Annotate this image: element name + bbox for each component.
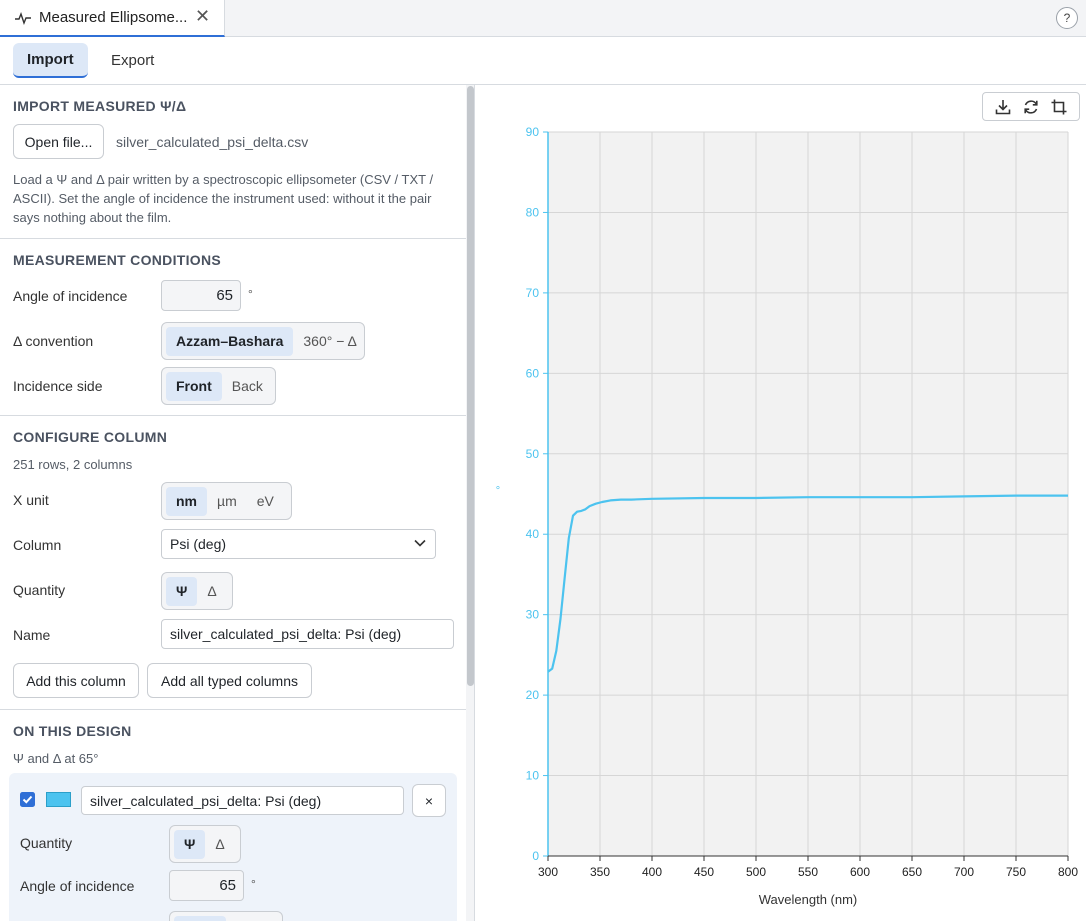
divider	[0, 709, 466, 710]
add-all-columns-button[interactable]: Add all typed columns	[147, 663, 312, 698]
quantity-toggle: Ψ Δ	[161, 572, 233, 610]
item-quantity-toggle: Ψ Δ	[169, 825, 241, 863]
y-tick-label: 60	[526, 366, 540, 380]
crop-icon[interactable]	[1049, 97, 1069, 117]
import-help-text: Load a Ψ and Δ pair written by a spectro…	[13, 172, 434, 225]
item-angle-input[interactable]: 65	[169, 870, 244, 901]
x-tick-label: 450	[694, 865, 714, 879]
series-name-input[interactable]: silver_calculated_psi_delta: Psi (deg)	[81, 786, 404, 815]
y-tick-label: 90	[526, 125, 540, 139]
item-angle-label: Angle of incidence	[20, 878, 135, 894]
enabled-checkbox[interactable]	[20, 792, 35, 807]
reset-icon[interactable]	[1021, 97, 1041, 117]
subtab-bar: Import Export	[0, 37, 1086, 85]
x-tick-label: 500	[746, 865, 766, 879]
column-summary: 251 rows, 2 columns	[13, 457, 133, 472]
quantity-label: Quantity	[13, 582, 66, 598]
waveform-icon	[15, 11, 31, 26]
y-tick-label: 50	[526, 447, 540, 461]
side-option-back[interactable]: Back	[222, 372, 273, 401]
angle-unit: °	[248, 287, 253, 301]
x-tick-label: 700	[954, 865, 974, 879]
x-tick-label: 400	[642, 865, 662, 879]
chevron-down-icon	[414, 539, 426, 547]
x-unit-toggle: nm µm eV	[161, 482, 292, 520]
y-tick-label: 80	[526, 205, 540, 219]
help-button[interactable]: ?	[1056, 7, 1078, 29]
x-unit-nm[interactable]: nm	[166, 486, 207, 516]
configure-heading: CONFIGURE COLUMN	[13, 429, 168, 445]
column-select-value: Psi (deg)	[170, 536, 227, 552]
delta-convention-toggle: Azzam–Bashara 360° − Δ	[161, 322, 365, 360]
psi-delta-chart: 0 10 20 30 40 50 60 70 80 90 300 350 400 450 500 550 60…	[496, 125, 1079, 907]
import-panel: IMPORT MEASURED Ψ/Δ Open file... silver_…	[0, 85, 466, 921]
delta-option-azzam[interactable]: Azzam–Bashara	[166, 326, 294, 356]
scrollbar-thumb[interactable]	[467, 86, 474, 686]
x-axis-label: Wavelength (nm)	[759, 892, 858, 907]
x-tick-label: 650	[902, 865, 922, 879]
y-axis: 0 10 20 30 40 50 60 70 80 90	[526, 125, 549, 863]
y-tick-label: 10	[526, 769, 540, 783]
angle-input[interactable]: 65	[161, 280, 241, 311]
design-item-card: silver_calculated_psi_delta: Psi (deg) ×…	[9, 773, 457, 921]
tab-import[interactable]: Import	[13, 43, 88, 78]
name-label: Name	[13, 627, 51, 643]
item-angle-unit: °	[251, 877, 256, 891]
y-tick-label: 70	[526, 286, 540, 300]
import-heading: IMPORT MEASURED Ψ/Δ	[13, 98, 187, 114]
chart-toolbar	[982, 92, 1080, 121]
series-color-swatch[interactable]	[46, 792, 71, 807]
open-file-button[interactable]: Open file...	[13, 124, 104, 159]
quantity-psi[interactable]: Ψ	[166, 576, 198, 606]
close-icon[interactable]: ✕	[195, 6, 210, 27]
item-quantity-label: Quantity	[20, 835, 73, 851]
x-tick-label: 550	[798, 865, 818, 879]
quantity-delta[interactable]: Δ	[197, 577, 226, 606]
x-tick-label: 350	[590, 865, 610, 879]
design-heading: ON THIS DESIGN	[13, 723, 132, 739]
incidence-side-toggle: Front Back	[161, 367, 276, 405]
y-tick-label: 20	[526, 688, 540, 702]
chart-grid	[547, 131, 1069, 857]
x-unit-um[interactable]: µm	[207, 487, 247, 516]
item-partial-option[interactable]	[174, 915, 226, 921]
delta-convention-label: Δ convention	[13, 333, 94, 349]
x-unit-ev[interactable]: eV	[247, 487, 284, 516]
download-icon[interactable]	[993, 97, 1013, 117]
x-unit-label: X unit	[13, 492, 49, 508]
document-tab-bar: Measured Ellipsome... ✕ ?	[0, 0, 1086, 37]
column-label: Column	[13, 537, 62, 553]
conditions-heading: MEASUREMENT CONDITIONS	[13, 252, 222, 268]
design-subtitle: Ψ and Δ at 65°	[13, 751, 99, 766]
add-column-button[interactable]: Add this column	[13, 663, 139, 698]
y-tick-label: 40	[526, 527, 540, 541]
delta-option-360[interactable]: 360° − Δ	[293, 327, 367, 356]
divider	[0, 415, 466, 416]
x-tick-label: 800	[1058, 865, 1078, 879]
tab-export[interactable]: Export	[97, 43, 168, 78]
angle-label: Angle of incidence	[13, 288, 128, 304]
side-option-front[interactable]: Front	[166, 371, 222, 401]
x-axis: 300 350 400 450 500 550 600 650 700 750 800	[538, 855, 1078, 879]
name-input[interactable]: silver_calculated_psi_delta: Psi (deg)	[161, 619, 454, 649]
item-quantity-psi[interactable]: Ψ	[174, 829, 206, 859]
item-partial-toggle	[169, 911, 283, 921]
x-tick-label: 750	[1006, 865, 1026, 879]
x-tick-label: 600	[850, 865, 870, 879]
y-tick-label: 30	[526, 608, 540, 622]
x-tick-label: 300	[538, 865, 558, 879]
column-select[interactable]: Psi (deg)	[161, 529, 436, 559]
remove-series-button[interactable]: ×	[412, 784, 446, 817]
item-quantity-delta[interactable]: Δ	[205, 830, 234, 859]
tab-title: Measured Ellipsome...	[39, 9, 188, 26]
document-tab[interactable]: Measured Ellipsome... ✕	[0, 0, 225, 37]
divider	[0, 238, 466, 239]
file-name: silver_calculated_psi_delta.csv	[116, 134, 309, 150]
incidence-side-label: Incidence side	[13, 378, 103, 394]
y-tick-label: 0	[532, 849, 539, 863]
y-axis-label: °	[496, 485, 500, 497]
